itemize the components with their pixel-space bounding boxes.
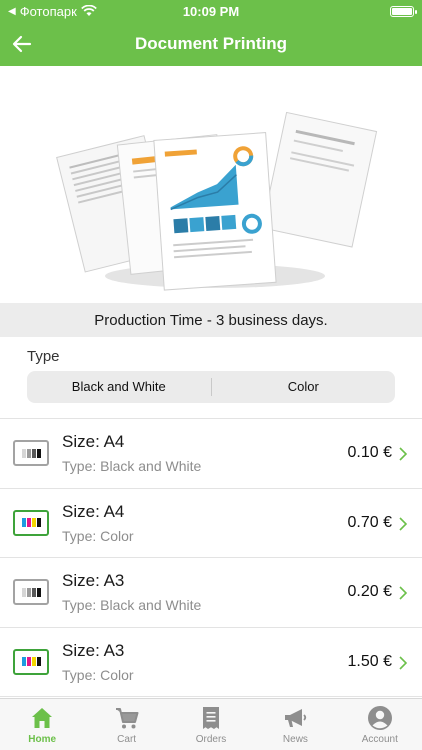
type-label: Type (27, 348, 60, 365)
product-row[interactable]: Size: A3 Type: Color 1.50 € (0, 628, 422, 697)
user-icon (367, 706, 392, 730)
back-to-app-icon[interactable]: ◀ (8, 6, 16, 17)
tab-home[interactable]: Home (0, 699, 84, 750)
wifi-icon (80, 5, 97, 16)
carrier-label: Фотопарк (19, 3, 77, 19)
bw-print-icon (13, 440, 49, 467)
product-price: 0.20 € (347, 583, 392, 601)
tab-news[interactable]: News (253, 699, 337, 750)
tab-label: Orders (195, 734, 227, 745)
product-type: Type: Black and White (62, 597, 202, 614)
tab-account[interactable]: Account (338, 699, 422, 750)
tab-bar: Home Cart Orders News Account (0, 698, 422, 750)
home-icon (32, 708, 53, 728)
tab-label: Account (361, 734, 398, 745)
production-time-banner: Production Time - 3 business days. (0, 303, 422, 337)
product-type: Type: Color (62, 527, 134, 544)
product-price: 0.70 € (347, 513, 392, 531)
chevron-right-icon (399, 447, 408, 461)
status-left: ◀ Фотопарк (8, 4, 97, 19)
cart-icon (115, 708, 139, 729)
receipt-icon (203, 707, 220, 729)
product-row[interactable]: Size: A3 Type: Black and White 0.20 € (0, 558, 422, 628)
tab-orders[interactable]: Orders (169, 699, 253, 750)
type-option-color[interactable]: Color (212, 371, 396, 403)
product-info: Size: A3 Type: Black and White (62, 571, 201, 613)
product-size: Size: A4 (62, 432, 125, 452)
product-image (0, 66, 422, 303)
product-type: Type: Color (62, 666, 134, 683)
product-row[interactable]: Size: A4 Type: Color 0.70 € (0, 489, 422, 558)
product-info: Size: A4 Type: Color (62, 502, 134, 544)
type-segmented-control: Black and White Color (27, 371, 395, 403)
tab-cart[interactable]: Cart (84, 699, 168, 750)
color-print-icon (13, 509, 49, 536)
product-list: Size: A4 Type: Black and White 0.10 € Si… (0, 418, 422, 697)
product-size: Size: A4 (62, 501, 125, 521)
type-option-black-and-white[interactable]: Black and White (27, 371, 211, 403)
back-arrow-icon[interactable] (10, 32, 34, 56)
nav-bar: Document Printing (0, 22, 422, 66)
product-size: Size: A3 (62, 640, 125, 660)
tab-label: Home (28, 734, 57, 745)
megaphone-icon (285, 709, 307, 727)
product-info: Size: A3 Type: Color (62, 641, 134, 683)
production-time-text: Production Time - 3 business days. (94, 311, 328, 329)
product-size: Size: A3 (62, 571, 125, 591)
product-price: 1.50 € (347, 652, 392, 670)
chevron-right-icon (399, 655, 408, 670)
chevron-right-icon (399, 516, 408, 531)
tab-label: Cart (117, 734, 137, 745)
battery-icon (390, 5, 417, 17)
tab-label: News (282, 734, 308, 745)
chevron-right-icon (399, 586, 408, 600)
product-info: Size: A4 Type: Black and White (62, 432, 201, 474)
bw-print-icon (13, 579, 49, 606)
product-row[interactable]: Size: A4 Type: Black and White 0.10 € (0, 419, 422, 489)
page-title: Document Printing (134, 34, 288, 53)
status-bar: ◀ Фотопарк 10:09 PM (0, 0, 422, 22)
color-print-icon (13, 648, 49, 675)
product-type: Type: Black and White (62, 458, 202, 475)
product-price: 0.10 € (347, 444, 392, 462)
